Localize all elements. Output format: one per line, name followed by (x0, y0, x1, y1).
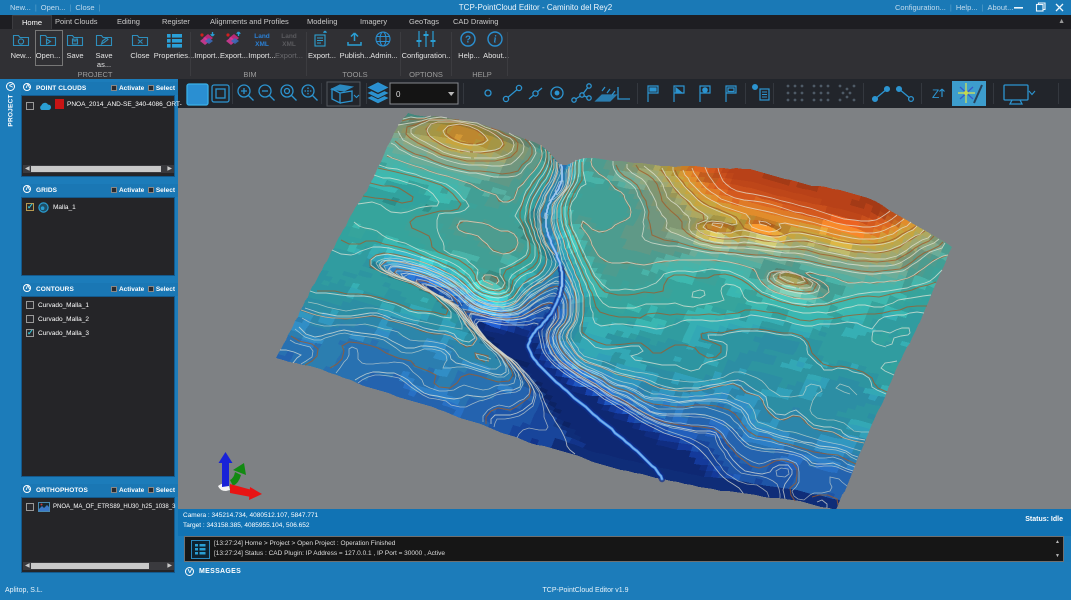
svg-text:Land: Land (254, 33, 270, 40)
svg-text:XML: XML (282, 41, 296, 48)
svg-text:XML: XML (255, 41, 269, 48)
svg-text:0: 0 (396, 90, 401, 99)
svg-text:?: ? (465, 35, 471, 46)
svg-text:Z: Z (932, 87, 939, 101)
svg-text:Land: Land (281, 33, 297, 40)
svg-text:i: i (494, 35, 497, 46)
